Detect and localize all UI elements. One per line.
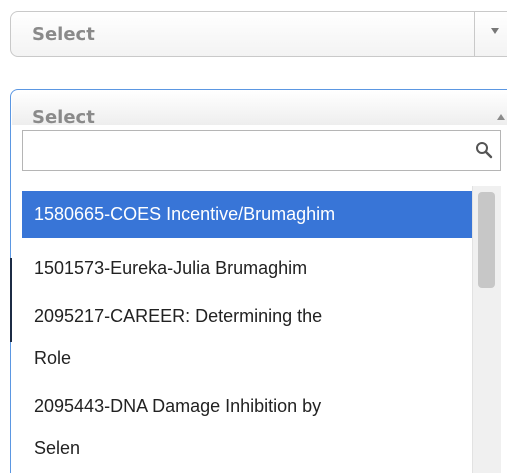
select-dropdown-closed[interactable]: Select [10,11,507,57]
search-icon[interactable] [475,141,493,159]
option-item[interactable]: 1580665-COES Incentive/Brumaghim [22,191,472,238]
options-list: 1580665-COES Incentive/Brumaghim 1501573… [22,186,502,473]
search-box[interactable] [22,130,501,171]
select-label: Select [32,24,95,45]
chevron-up-icon[interactable] [497,114,505,120]
option-label: 1580665-COES Incentive/Brumaghim [34,204,336,224]
select-divider [474,12,475,56]
page: Select Select 1580665-COES Incentive/Bru… [0,0,507,473]
option-item[interactable]: 1501573-Eureka-Julia Brumaghim [22,245,472,292]
chevron-down-icon[interactable] [491,28,499,34]
search-input[interactable] [27,135,461,167]
option-label: 2095217-CAREER: Determining the Role [34,306,323,368]
option-item[interactable]: 2095443-DNA Damage Inhibition by Selen [22,382,472,472]
select-label: Select [32,107,95,128]
edge-marker [10,258,12,342]
list-scrollbar[interactable] [472,186,501,473]
option-label: 2095443-DNA Damage Inhibition by Selen [34,396,322,458]
scrollbar-thumb[interactable] [478,192,495,288]
option-label: 1501573-Eureka-Julia Brumaghim [34,258,308,278]
option-item[interactable]: 2095217-CAREER: Determining the Role [22,294,472,378]
